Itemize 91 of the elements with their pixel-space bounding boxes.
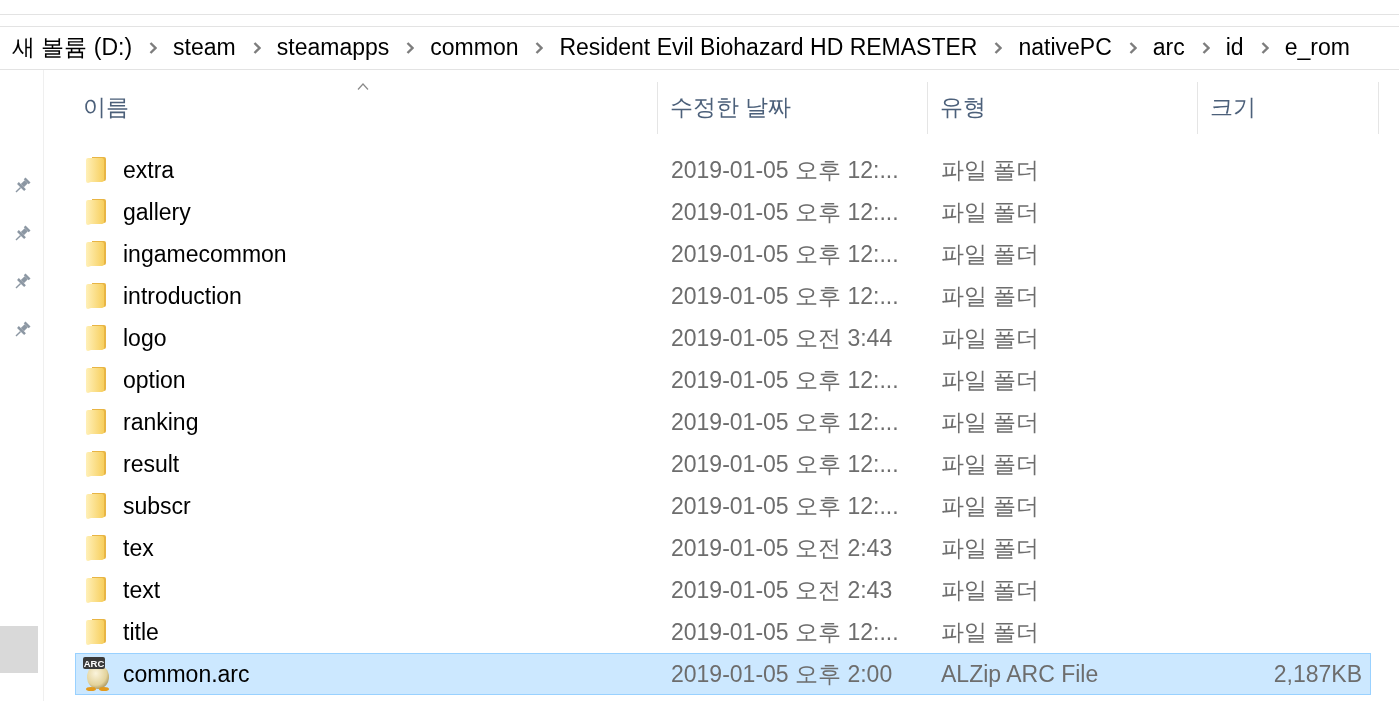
file-row[interactable]: title 2019-01-05 오후 12:... 파일 폴더 — [75, 611, 1371, 653]
file-row[interactable]: tex 2019-01-05 오전 2:43 파일 폴더 — [75, 527, 1371, 569]
folder-icon — [86, 199, 106, 225]
pin-icon[interactable] — [12, 273, 31, 291]
file-row[interactable]: option 2019-01-05 오후 12:... 파일 폴더 — [75, 359, 1371, 401]
file-type: 파일 폴더 — [940, 408, 1040, 435]
file-row[interactable]: gallery 2019-01-05 오후 12:... 파일 폴더 — [75, 191, 1371, 233]
folder-icon — [86, 619, 106, 645]
file-type: 파일 폴더 — [940, 366, 1040, 393]
date-modified: 2019-01-05 오후 12:... — [670, 156, 899, 183]
file-name: text — [123, 576, 161, 604]
folder-icon — [86, 241, 106, 267]
date-modified: 2019-01-05 오후 12:... — [670, 408, 899, 435]
pin-icon[interactable] — [12, 321, 31, 339]
folder-icon — [86, 325, 106, 351]
folder-icon — [86, 283, 106, 309]
file-name: title — [123, 618, 159, 646]
date-modified: 2019-01-05 오후 12:... — [670, 198, 899, 225]
folder-icon — [86, 451, 106, 477]
breadcrumb-item[interactable]: steamapps — [276, 34, 390, 62]
breadcrumb-item[interactable]: id — [1225, 34, 1244, 62]
chevron-right-icon[interactable] — [994, 42, 1003, 54]
date-modified: 2019-01-05 오전 2:43 — [670, 534, 893, 561]
breadcrumb-item[interactable]: 새 볼륨 (D:) — [12, 34, 133, 62]
breadcrumb-item[interactable]: common — [430, 34, 519, 62]
folder-icon — [86, 409, 106, 435]
pin-icon[interactable] — [12, 177, 31, 195]
date-modified: 2019-01-05 오후 12:... — [670, 366, 899, 393]
file-row[interactable]: ARC common.arc 2019-01-05 오후 2:00 ALZip ARC File 2,187KB — [75, 653, 1371, 695]
file-row[interactable]: text 2019-01-05 오전 2:43 파일 폴더 — [75, 569, 1371, 611]
file-type: 파일 폴더 — [940, 576, 1040, 603]
file-row[interactable]: result 2019-01-05 오후 12:... 파일 폴더 — [75, 443, 1371, 485]
file-name: result — [123, 450, 180, 478]
file-type: 파일 폴더 — [940, 534, 1040, 561]
folder-icon — [86, 157, 106, 183]
file-type: 파일 폴더 — [940, 492, 1040, 519]
file-type: 파일 폴더 — [940, 156, 1040, 183]
chevron-right-icon[interactable] — [406, 42, 415, 54]
file-row[interactable]: subscr 2019-01-05 오후 12:... 파일 폴더 — [75, 485, 1371, 527]
file-name: ingamecommon — [123, 240, 287, 268]
folder-icon — [86, 577, 106, 603]
file-type: 파일 폴더 — [940, 198, 1040, 225]
column-header[interactable]: 유형 — [928, 82, 1198, 134]
folder-icon — [86, 367, 106, 393]
date-modified: 2019-01-05 오후 12:... — [670, 450, 899, 477]
file-name: subscr — [123, 492, 191, 520]
file-row[interactable]: extra 2019-01-05 오후 12:... 파일 폴더 — [75, 149, 1371, 191]
breadcrumb-item[interactable]: arc — [1152, 34, 1185, 62]
pin-icon[interactable] — [12, 225, 31, 243]
file-size: 2,187KB — [1273, 660, 1362, 687]
file-name: option — [123, 366, 186, 394]
chevron-right-icon[interactable] — [1201, 42, 1210, 54]
date-modified: 2019-01-05 오후 12:... — [670, 282, 899, 309]
file-type: 파일 폴더 — [940, 282, 1040, 309]
file-type: ALZip ARC File — [940, 660, 1099, 687]
file-type: 파일 폴더 — [940, 450, 1040, 477]
date-modified: 2019-01-05 오후 12:... — [670, 618, 899, 645]
chevron-right-icon[interactable] — [252, 42, 261, 54]
file-row[interactable]: ranking 2019-01-05 오후 12:... 파일 폴더 — [75, 401, 1371, 443]
file-name: gallery — [123, 198, 191, 226]
file-row[interactable]: logo 2019-01-05 오전 3:44 파일 폴더 — [75, 317, 1371, 359]
date-modified: 2019-01-05 오전 2:43 — [670, 576, 893, 603]
date-modified: 2019-01-05 오후 12:... — [670, 240, 899, 267]
file-name: introduction — [123, 282, 242, 310]
chevron-right-icon[interactable] — [1260, 42, 1269, 54]
column-header[interactable]: 이름 — [44, 82, 658, 134]
file-row[interactable]: introduction 2019-01-05 오후 12:... 파일 폴더 — [75, 275, 1371, 317]
file-name: ranking — [123, 408, 199, 436]
column-header[interactable]: 수정한 날짜 — [658, 82, 928, 134]
chevron-right-icon[interactable] — [149, 42, 158, 54]
folder-icon — [86, 535, 106, 561]
date-modified: 2019-01-05 오전 3:44 — [670, 324, 893, 351]
date-modified: 2019-01-05 오후 12:... — [670, 492, 899, 519]
breadcrumb-item[interactable]: nativePC — [1018, 34, 1112, 62]
date-modified: 2019-01-05 오후 2:00 — [670, 660, 893, 687]
folder-icon — [86, 493, 106, 519]
file-type: 파일 폴더 — [940, 618, 1040, 645]
sort-up-icon — [356, 83, 369, 90]
file-type: 파일 폴더 — [940, 240, 1040, 267]
breadcrumb-item[interactable]: Resident Evil Biohazard HD REMASTER — [559, 34, 978, 62]
file-name: common.arc — [123, 660, 250, 688]
file-name: tex — [123, 534, 154, 562]
chevron-right-icon[interactable] — [1128, 42, 1137, 54]
chevron-right-icon[interactable] — [535, 42, 544, 54]
file-type: 파일 폴더 — [940, 324, 1040, 351]
file-name: logo — [123, 324, 167, 352]
column-header[interactable]: 크기 — [1198, 82, 1379, 134]
file-row[interactable]: ingamecommon 2019-01-05 오후 12:... 파일 폴더 — [75, 233, 1371, 275]
file-name: extra — [123, 156, 175, 184]
breadcrumb-item[interactable]: steam — [173, 34, 236, 62]
breadcrumb-item[interactable]: e_rom — [1284, 34, 1350, 62]
